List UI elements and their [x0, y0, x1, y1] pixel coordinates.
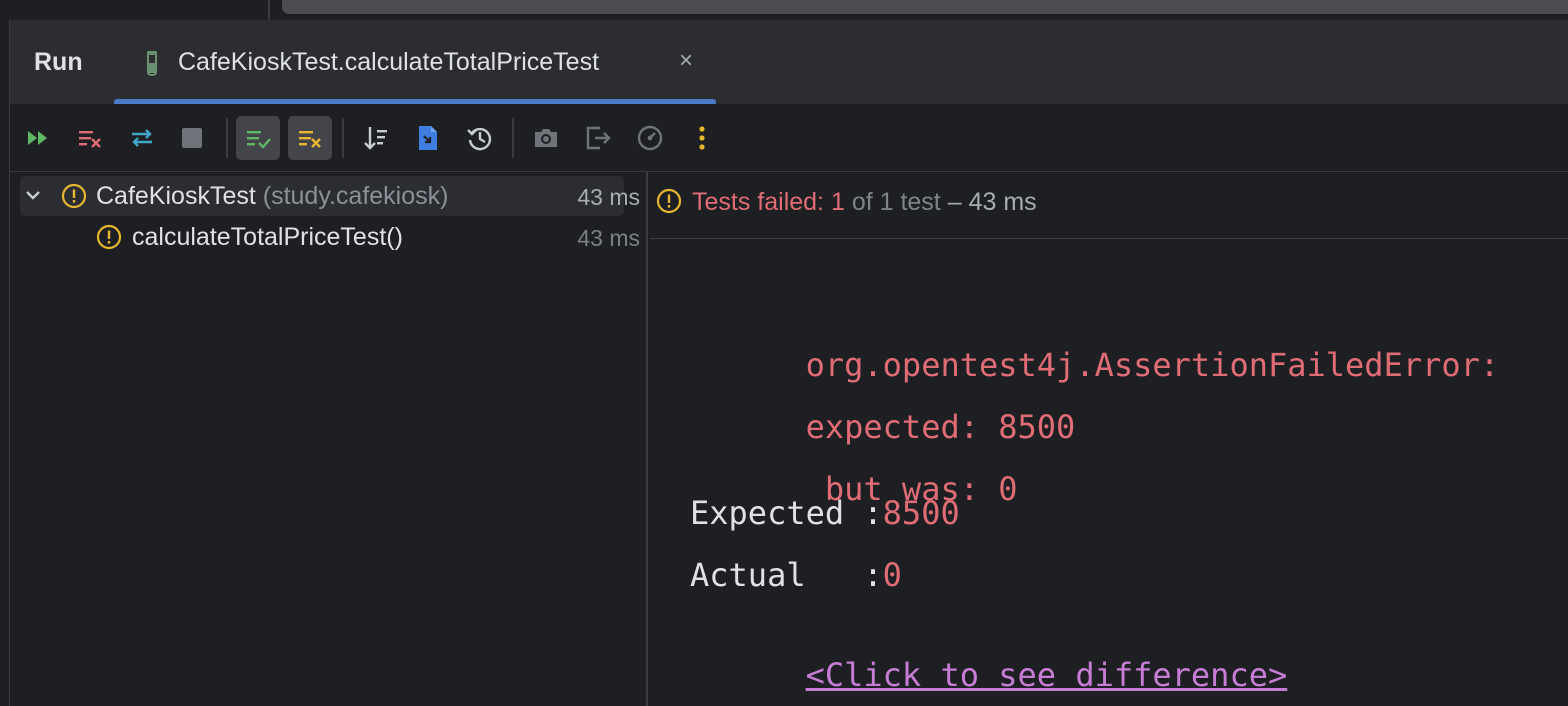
console-output[interactable]: Tests failed: 1 of 1 test – 43 ms org.op…	[650, 172, 1568, 706]
test-method-duration: 43 ms	[577, 225, 640, 251]
tree-node-test-class[interactable]: CafeKioskTest (study.cafekiosk) 43 ms	[10, 172, 648, 216]
expected-value: 8500	[882, 494, 960, 532]
export-icon[interactable]	[576, 116, 620, 160]
warning-icon	[96, 224, 122, 250]
test-flask-icon	[147, 51, 157, 76]
toggle-auto-test-icon[interactable]	[120, 116, 164, 160]
tool-window-title: Run	[34, 48, 83, 76]
actual-label: Actual :	[690, 556, 883, 594]
chevron-down-icon[interactable]	[24, 186, 42, 204]
sort-icon[interactable]	[354, 116, 398, 160]
actual-value: 0	[882, 556, 902, 594]
rerun-failed-icon[interactable]	[68, 116, 112, 160]
history-icon[interactable]	[458, 116, 502, 160]
screenshot-icon[interactable]	[524, 116, 568, 160]
show-ignored-icon[interactable]	[288, 116, 332, 160]
tab-label: CafeKioskTest.calculateTotalPriceTest	[178, 48, 600, 76]
stop-icon[interactable]	[170, 116, 214, 160]
run-toolbar	[10, 104, 1568, 172]
more-icon[interactable]	[680, 116, 724, 160]
test-tree: CafeKioskTest (study.cafekiosk) 43 ms ca…	[10, 172, 648, 706]
horizontal-scrollbar[interactable]	[282, 0, 1568, 14]
editor-gutter	[0, 0, 270, 20]
tests-failed-count: Tests failed: 1	[692, 188, 845, 216]
coverage-icon[interactable]	[628, 116, 672, 160]
tree-node-test-method[interactable]: calculateTotalPriceTest() 43 ms	[10, 214, 648, 254]
run-tool-window: Run CafeKioskTest.calculateTotalPriceTes…	[0, 0, 1568, 706]
test-class-name: CafeKioskTest	[96, 182, 256, 210]
click-to-see-difference-link[interactable]: <Click to see difference>	[806, 656, 1288, 694]
tab-run-configuration[interactable]: CafeKioskTest.calculateTotalPriceTest ×	[114, 20, 716, 104]
test-method-name: calculateTotalPriceTest()	[132, 223, 403, 251]
import-tests-icon[interactable]	[406, 116, 450, 160]
test-class-duration: 43 ms	[577, 184, 640, 210]
close-icon[interactable]: ×	[675, 48, 697, 74]
tests-duration: – 43 ms	[947, 188, 1037, 216]
show-passed-icon[interactable]	[236, 116, 280, 160]
test-class-package: (study.cafekiosk)	[262, 182, 449, 210]
window-left-border	[0, 20, 10, 706]
warning-icon	[656, 188, 682, 214]
tests-total: of 1 test	[851, 188, 941, 216]
editor-area-edge	[0, 0, 1568, 20]
rerun-icon[interactable]	[16, 116, 60, 160]
tool-window-header: Run CafeKioskTest.calculateTotalPriceTes…	[10, 20, 1568, 104]
warning-icon	[61, 183, 87, 209]
expected-label: Expected :	[690, 494, 883, 532]
test-status-bar: Tests failed: 1 of 1 test – 43 ms	[650, 172, 1568, 239]
